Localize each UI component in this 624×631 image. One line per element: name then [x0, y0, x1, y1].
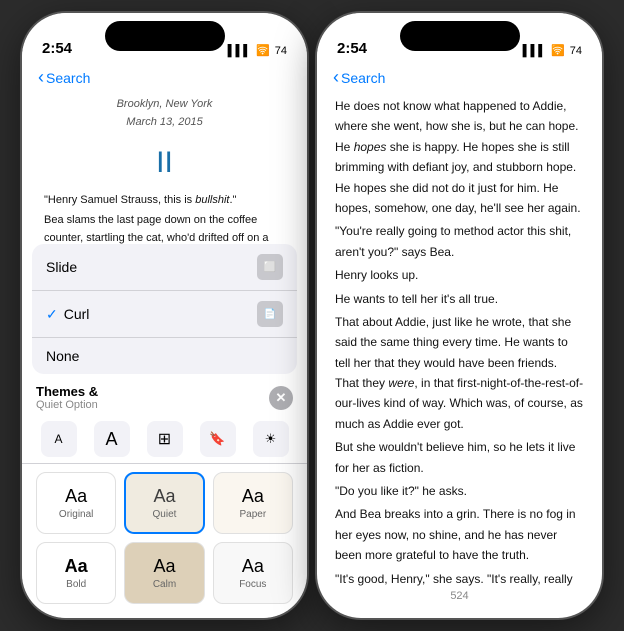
signal-icon: ▌▌▌	[228, 45, 251, 57]
curl-label-row: ✓ Curl	[46, 306, 257, 323]
checkmark-icon: ✓	[46, 306, 58, 323]
slide-label: Slide	[46, 259, 77, 275]
right-book-content: He does not know what happened to Addie,…	[317, 96, 602, 586]
none-label-row: None	[46, 348, 283, 364]
theme-original[interactable]: Aa Original	[36, 472, 116, 534]
book-location: Brooklyn, New York	[44, 96, 285, 114]
left-status-icons: ▌▌▌ 🛜 74	[228, 44, 287, 57]
curl-label: Curl	[64, 306, 90, 322]
right-para-8: And Bea breaks into a grin. There is no …	[335, 504, 584, 565]
animation-options: Slide ⬜ ✓ Curl 📄 None	[32, 244, 297, 374]
close-button[interactable]: ✕	[269, 386, 293, 410]
left-nav-bar: ‹ Search	[22, 63, 307, 96]
theme-grid: Aa Original Aa Quiet Aa Paper Aa Bold Aa	[22, 464, 307, 618]
right-para-4: He wants to tell her it's all true.	[335, 289, 584, 309]
themes-title-text: Themes &	[36, 384, 98, 399]
book-date: March 13, 2015	[44, 114, 285, 132]
right-phone: 2:54 ▌▌▌ 🛜 74 ‹ Search He does not know …	[317, 13, 602, 618]
theme-quiet-aa: Aa	[153, 486, 175, 507]
para-1: "Henry Samuel Strauss, this is bullshit.…	[44, 191, 285, 209]
dynamic-island	[105, 21, 225, 51]
font-style-button[interactable]: ⊞	[147, 421, 183, 457]
theme-paper-aa: Aa	[242, 486, 264, 507]
font-decrease-button[interactable]: A	[41, 421, 77, 457]
battery-icon: 74	[275, 45, 287, 57]
right-status-bar: 2:54 ▌▌▌ 🛜 74	[317, 13, 602, 63]
font-controls: A A ⊞ 🔖 ☀	[22, 415, 307, 464]
theme-focus-label: Focus	[239, 579, 266, 590]
anim-curl[interactable]: ✓ Curl 📄	[32, 291, 297, 338]
bottom-panel: Slide ⬜ ✓ Curl 📄 None	[22, 244, 307, 618]
slide-icon: ⬜	[257, 254, 283, 280]
theme-paper[interactable]: Aa Paper	[213, 472, 293, 534]
brightness-button[interactable]: ☀	[253, 421, 289, 457]
right-para-9: "It's good, Henry," she says. "It's real…	[335, 569, 584, 586]
back-chevron-icon: ‹	[38, 67, 44, 88]
back-label: Search	[46, 70, 90, 86]
right-para-1: He does not know what happened to Addie,…	[335, 96, 584, 218]
left-time: 2:54	[42, 40, 72, 57]
right-signal-icon: ▌▌▌	[523, 45, 546, 57]
font-bookmark-button[interactable]: 🔖	[200, 421, 236, 457]
right-back-button[interactable]: ‹ Search	[333, 67, 385, 88]
theme-calm[interactable]: Aa Calm	[124, 542, 204, 604]
right-time: 2:54	[337, 40, 367, 57]
theme-quiet-label: Quiet	[153, 509, 177, 520]
theme-calm-label: Calm	[153, 579, 176, 590]
right-para-2: "You're really going to method actor thi…	[335, 221, 584, 262]
right-nav-bar: ‹ Search	[317, 63, 602, 96]
left-phone: 2:54 ▌▌▌ 🛜 74 ‹ Search Brooklyn, New Yor…	[22, 13, 307, 618]
theme-calm-aa: Aa	[153, 556, 175, 577]
anim-slide[interactable]: Slide ⬜	[32, 244, 297, 291]
themes-header: Themes & Quiet Option ✕	[22, 374, 307, 415]
right-status-icons: ▌▌▌ 🛜 74	[523, 44, 582, 57]
themes-title: Themes & Quiet Option	[36, 384, 98, 411]
theme-paper-label: Paper	[239, 509, 266, 520]
left-back-button[interactable]: ‹ Search	[38, 67, 90, 88]
wifi-icon: 🛜	[256, 44, 270, 57]
curl-icon: 📄	[257, 301, 283, 327]
right-back-label: Search	[341, 70, 385, 86]
theme-bold-label: Bold	[66, 579, 86, 590]
theme-bold[interactable]: Aa Bold	[36, 542, 116, 604]
right-para-6: But she wouldn't believe him, so he lets…	[335, 437, 584, 478]
font-increase-button[interactable]: A	[94, 421, 130, 457]
none-label: None	[46, 348, 79, 364]
theme-bold-aa: Aa	[65, 556, 88, 577]
right-wifi-icon: 🛜	[551, 44, 565, 57]
right-dynamic-island	[400, 21, 520, 51]
right-battery-icon: 74	[570, 45, 582, 57]
theme-focus-aa: Aa	[242, 556, 264, 577]
theme-original-label: Original	[59, 509, 93, 520]
phones-container: 2:54 ▌▌▌ 🛜 74 ‹ Search Brooklyn, New Yor…	[0, 0, 624, 631]
anim-none[interactable]: None	[32, 338, 297, 374]
theme-quiet[interactable]: Aa Quiet	[124, 472, 204, 534]
right-para-7: "Do you like it?" he asks.	[335, 481, 584, 501]
slide-label-row: Slide	[46, 259, 257, 275]
theme-original-aa: Aa	[65, 486, 87, 507]
left-status-bar: 2:54 ▌▌▌ 🛜 74	[22, 13, 307, 63]
themes-subtitle: Quiet Option	[36, 399, 98, 411]
theme-focus[interactable]: Aa Focus	[213, 542, 293, 604]
chapter-number: II	[44, 139, 285, 187]
right-back-chevron-icon: ‹	[333, 67, 339, 88]
right-para-5: That about Addie, just like he wrote, th…	[335, 312, 584, 434]
book-header: Brooklyn, New York March 13, 2015	[44, 96, 285, 131]
page-number: 524	[317, 586, 602, 612]
right-para-3: Henry looks up.	[335, 265, 584, 285]
